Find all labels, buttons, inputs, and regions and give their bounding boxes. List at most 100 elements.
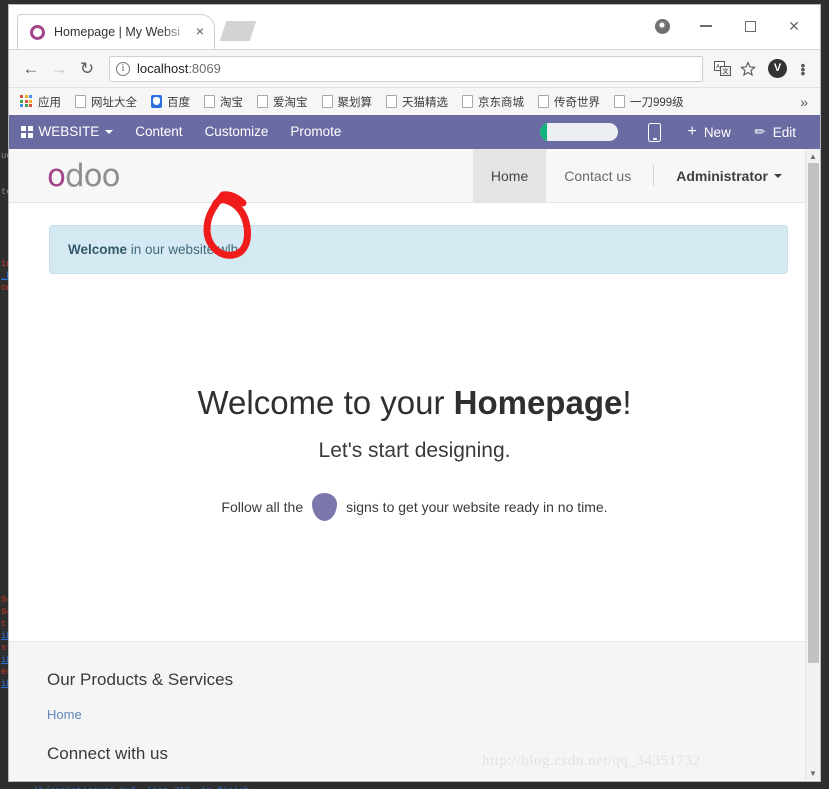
browser-address-bar: ← → ↻ i localhost:8069 A 文 V • • • (9, 49, 820, 87)
new-button-label: New (703, 124, 731, 140)
bookmark-item[interactable]: 百度 (144, 90, 197, 114)
url-host: localhost (137, 61, 189, 76)
logo-rest: doo (64, 157, 121, 194)
back-button[interactable]: ← (17, 55, 45, 83)
url-input[interactable]: i localhost:8069 (109, 55, 703, 82)
tab-title: Homepage | My Websi (54, 25, 180, 39)
bookmark-label: 应用 (38, 96, 61, 109)
browser-menu-icon[interactable]: • • • (794, 58, 812, 80)
page-icon (204, 95, 215, 108)
vimium-extension-icon[interactable]: V (768, 59, 787, 78)
forward-button[interactable]: → (45, 55, 73, 83)
new-tab-button[interactable] (219, 21, 257, 41)
website-footer: Our Products & Services Home Connect wit… (9, 641, 820, 780)
bookmark-star-icon[interactable] (735, 60, 761, 77)
site-info-icon[interactable]: i (116, 61, 130, 76)
banner-area: Welcome in our website wlh (9, 191, 820, 274)
user-menu-label: Administrator (676, 167, 768, 184)
baidu-icon (151, 95, 162, 108)
reload-button[interactable]: ↻ (73, 55, 101, 83)
page-icon (386, 95, 397, 108)
plus-icon: + (687, 123, 697, 140)
bookmark-item[interactable]: 爱淘宝 (250, 90, 315, 114)
footer-home-link[interactable]: Home (47, 707, 82, 722)
bookmarks-bar: 应用 网址大全 百度 淘宝 爱淘宝 聚划算 天猫精选 京东商城 传奇世界 一刀9… (9, 87, 820, 115)
website-app-menu[interactable]: WEBSITE (21, 115, 124, 149)
nav-item-contact-us[interactable]: Contact us (546, 149, 649, 202)
bookmark-label: 网址大全 (91, 96, 137, 109)
user-menu[interactable]: Administrator (658, 149, 800, 202)
menu-content[interactable]: Content (124, 115, 193, 149)
scroll-up-arrow-icon[interactable]: ▲ (806, 149, 820, 163)
browser-title-bar: Homepage | My Websi × ✕ (9, 5, 820, 49)
profile-icon[interactable] (640, 11, 684, 41)
url-port: :8069 (188, 61, 221, 76)
nav-divider (653, 165, 655, 186)
menu-promote[interactable]: Promote (279, 115, 352, 149)
odoo-editor-bar: WEBSITE Content Customize Promote + New … (9, 115, 820, 149)
bookmark-item[interactable]: 天猫精选 (379, 90, 455, 114)
menu-customize[interactable]: Customize (194, 115, 280, 149)
bookmark-item[interactable]: 京东商城 (455, 90, 531, 114)
hero-follow-before: Follow all the (221, 499, 304, 515)
maximize-button[interactable] (728, 11, 772, 41)
welcome-banner: Welcome in our website wlh (49, 225, 788, 274)
watermark-text: http://blog.csdn.net/qq_34351732 (482, 753, 701, 769)
close-button[interactable]: ✕ (772, 11, 816, 41)
scroll-down-arrow-icon[interactable]: ▼ (806, 766, 820, 780)
minimize-button[interactable] (684, 11, 728, 41)
page-icon (257, 95, 268, 108)
page-icon (462, 95, 473, 108)
browser-window: Homepage | My Websi × ✕ ← → ↻ i localhos… (8, 4, 821, 782)
edit-button[interactable]: ✎ Edit (745, 122, 806, 141)
window-controls: ✕ (640, 5, 816, 47)
bookmark-item[interactable]: 传奇世界 (531, 90, 607, 114)
chevron-down-icon (774, 173, 782, 178)
odoo-favicon-icon (30, 24, 45, 40)
bookmark-label: 聚划算 (337, 96, 373, 109)
bookmark-item[interactable]: 聚划算 (315, 90, 380, 114)
hero-title-plain: Welcome to your (197, 384, 454, 421)
scrollbar-thumb[interactable] (808, 163, 819, 663)
browser-tab[interactable]: Homepage | My Websi × (17, 14, 215, 49)
website-nav: Home Contact us Administrator (472, 149, 820, 202)
apps-grid-icon (21, 126, 33, 138)
page-icon (538, 95, 549, 108)
page-viewport: WEBSITE Content Customize Promote + New … (9, 115, 820, 780)
hero-title-suffix: ! (622, 384, 632, 421)
new-button[interactable]: + New (677, 123, 740, 140)
hero-section: Welcome to your Homepage! Let's start de… (9, 274, 820, 521)
tab-close-icon[interactable]: × (192, 24, 208, 40)
url-text: localhost:8069 (137, 61, 221, 76)
banner-strong-text: Welcome (68, 242, 128, 257)
website-app-label: WEBSITE (38, 124, 100, 139)
logo-first-letter: o (47, 157, 66, 194)
hero-title: Welcome to your Homepage! (9, 384, 820, 422)
hero-title-strong: Homepage (453, 384, 623, 421)
bookmark-item[interactable]: 一刀999级 (607, 90, 691, 114)
bookmark-label: 一刀999级 (630, 96, 684, 109)
page-icon (75, 95, 86, 108)
svg-text:A: A (716, 65, 720, 71)
odoo-logo[interactable]: o doo (47, 149, 121, 202)
website-header: o doo Home Contact us Administrator (9, 149, 820, 203)
pencil-icon: ✎ (750, 122, 770, 141)
hero-subtitle: Let's start designing. (318, 439, 511, 462)
bookmark-item[interactable]: 网址大全 (68, 90, 144, 114)
setup-progress-fill (540, 123, 547, 141)
page-icon (321, 95, 333, 108)
nav-item-home[interactable]: Home (472, 149, 547, 202)
purple-teardrop-icon (312, 493, 338, 521)
apps-grid-icon (20, 95, 33, 108)
setup-progress-bar[interactable] (540, 123, 619, 141)
banner-text: in our website wlh (127, 242, 239, 257)
page-scrollbar[interactable]: ▲ ▼ (805, 149, 820, 780)
bookmark-label: 百度 (167, 96, 190, 109)
page-icon (614, 95, 625, 108)
bookmark-item[interactable]: 淘宝 (197, 90, 250, 114)
edit-button-label: Edit (772, 124, 796, 140)
translate-icon[interactable]: A 文 (709, 61, 735, 76)
bookmark-apps[interactable]: 应用 (13, 90, 68, 114)
mobile-preview-icon[interactable] (648, 122, 662, 142)
bookmarks-overflow-icon[interactable]: » (792, 94, 816, 110)
